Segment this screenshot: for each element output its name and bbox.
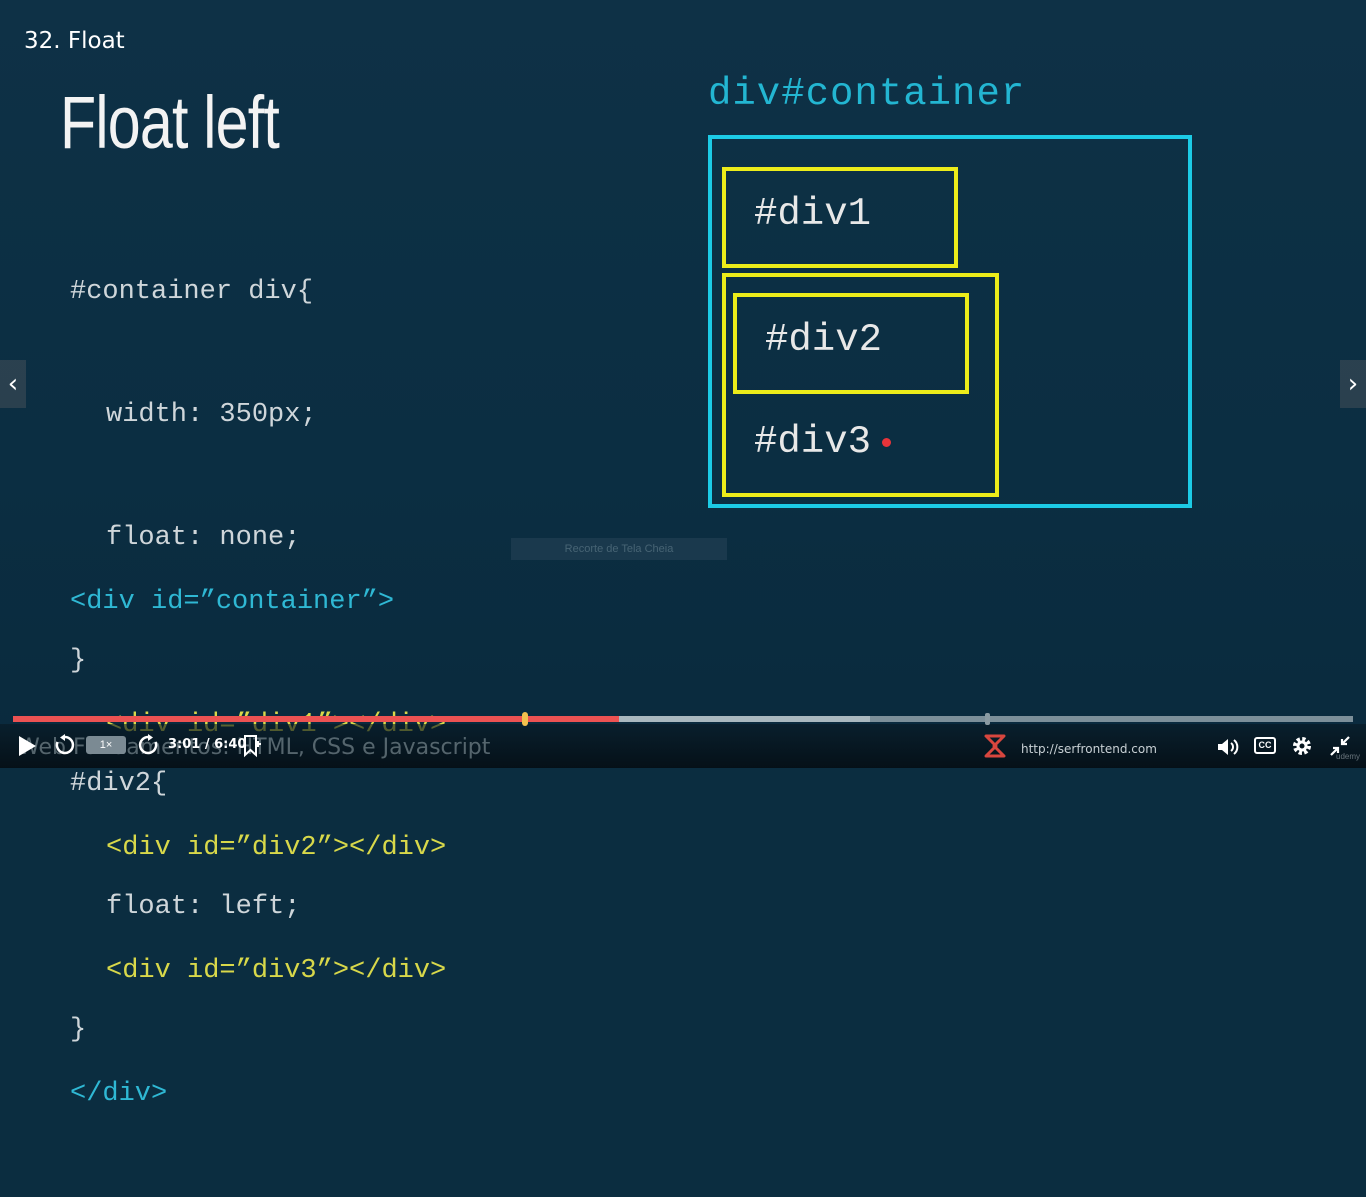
previous-lecture-button[interactable]: ‹ [0,360,26,408]
playback-speed-button[interactable]: 1× [86,736,126,754]
gear-icon [1293,737,1311,755]
bookmark-icon [244,735,261,758]
css-code-line: width: 350px; [106,400,317,430]
laser-pointer-dot [882,438,891,447]
slide-heading: Float left [60,81,280,164]
div3-label: #div3 [754,420,872,464]
chevron-right-icon: › [1347,369,1359,399]
progress-bar[interactable] [13,712,1353,726]
forward-button[interactable] [136,733,160,757]
volume-icon [1218,739,1239,755]
progress-thumb[interactable] [522,712,529,726]
site-url: http://serfrontend.com [1021,742,1157,756]
cc-icon: CC [1258,740,1272,750]
settings-button[interactable] [1290,734,1314,758]
tooltip: Recorte de Tela Cheia [511,538,727,560]
progress-played [13,716,620,722]
bookmark-marker[interactable] [985,713,990,725]
html-code-line: <div id=”div2”></div> [106,833,447,863]
captions-button[interactable]: CC [1254,737,1276,754]
div1-label: #div1 [754,192,872,236]
div2-label: #div2 [765,318,883,362]
volume-button[interactable] [1216,736,1240,758]
rewind-button[interactable] [53,733,77,757]
lecture-title: 32. Float [24,28,125,54]
diagram-container-label: div#container [708,72,1026,116]
play-icon [19,736,36,756]
html-code-line: </div> [70,1079,168,1109]
html-code-line: <div id=”div3”></div> [106,956,447,986]
next-lecture-button[interactable]: › [1340,360,1366,408]
html-code-line: <div id=”container”> [70,587,395,617]
html-code-block: <div id=”container”> <div id=”div1”></di… [70,500,446,1197]
rewind-icon [55,734,75,755]
chevron-left-icon: ‹ [7,369,19,399]
logo-icon [976,733,1014,761]
time-display: 3:01 / 6:40 [168,737,247,752]
udemy-watermark: udemy [1336,752,1361,761]
play-button[interactable] [16,734,38,758]
css-code-line: #container div{ [70,277,314,307]
forward-icon [138,734,158,755]
add-bookmark-button[interactable] [242,734,262,758]
video-frame: 32. Float Float left #container div{ wid… [0,0,1366,1109]
